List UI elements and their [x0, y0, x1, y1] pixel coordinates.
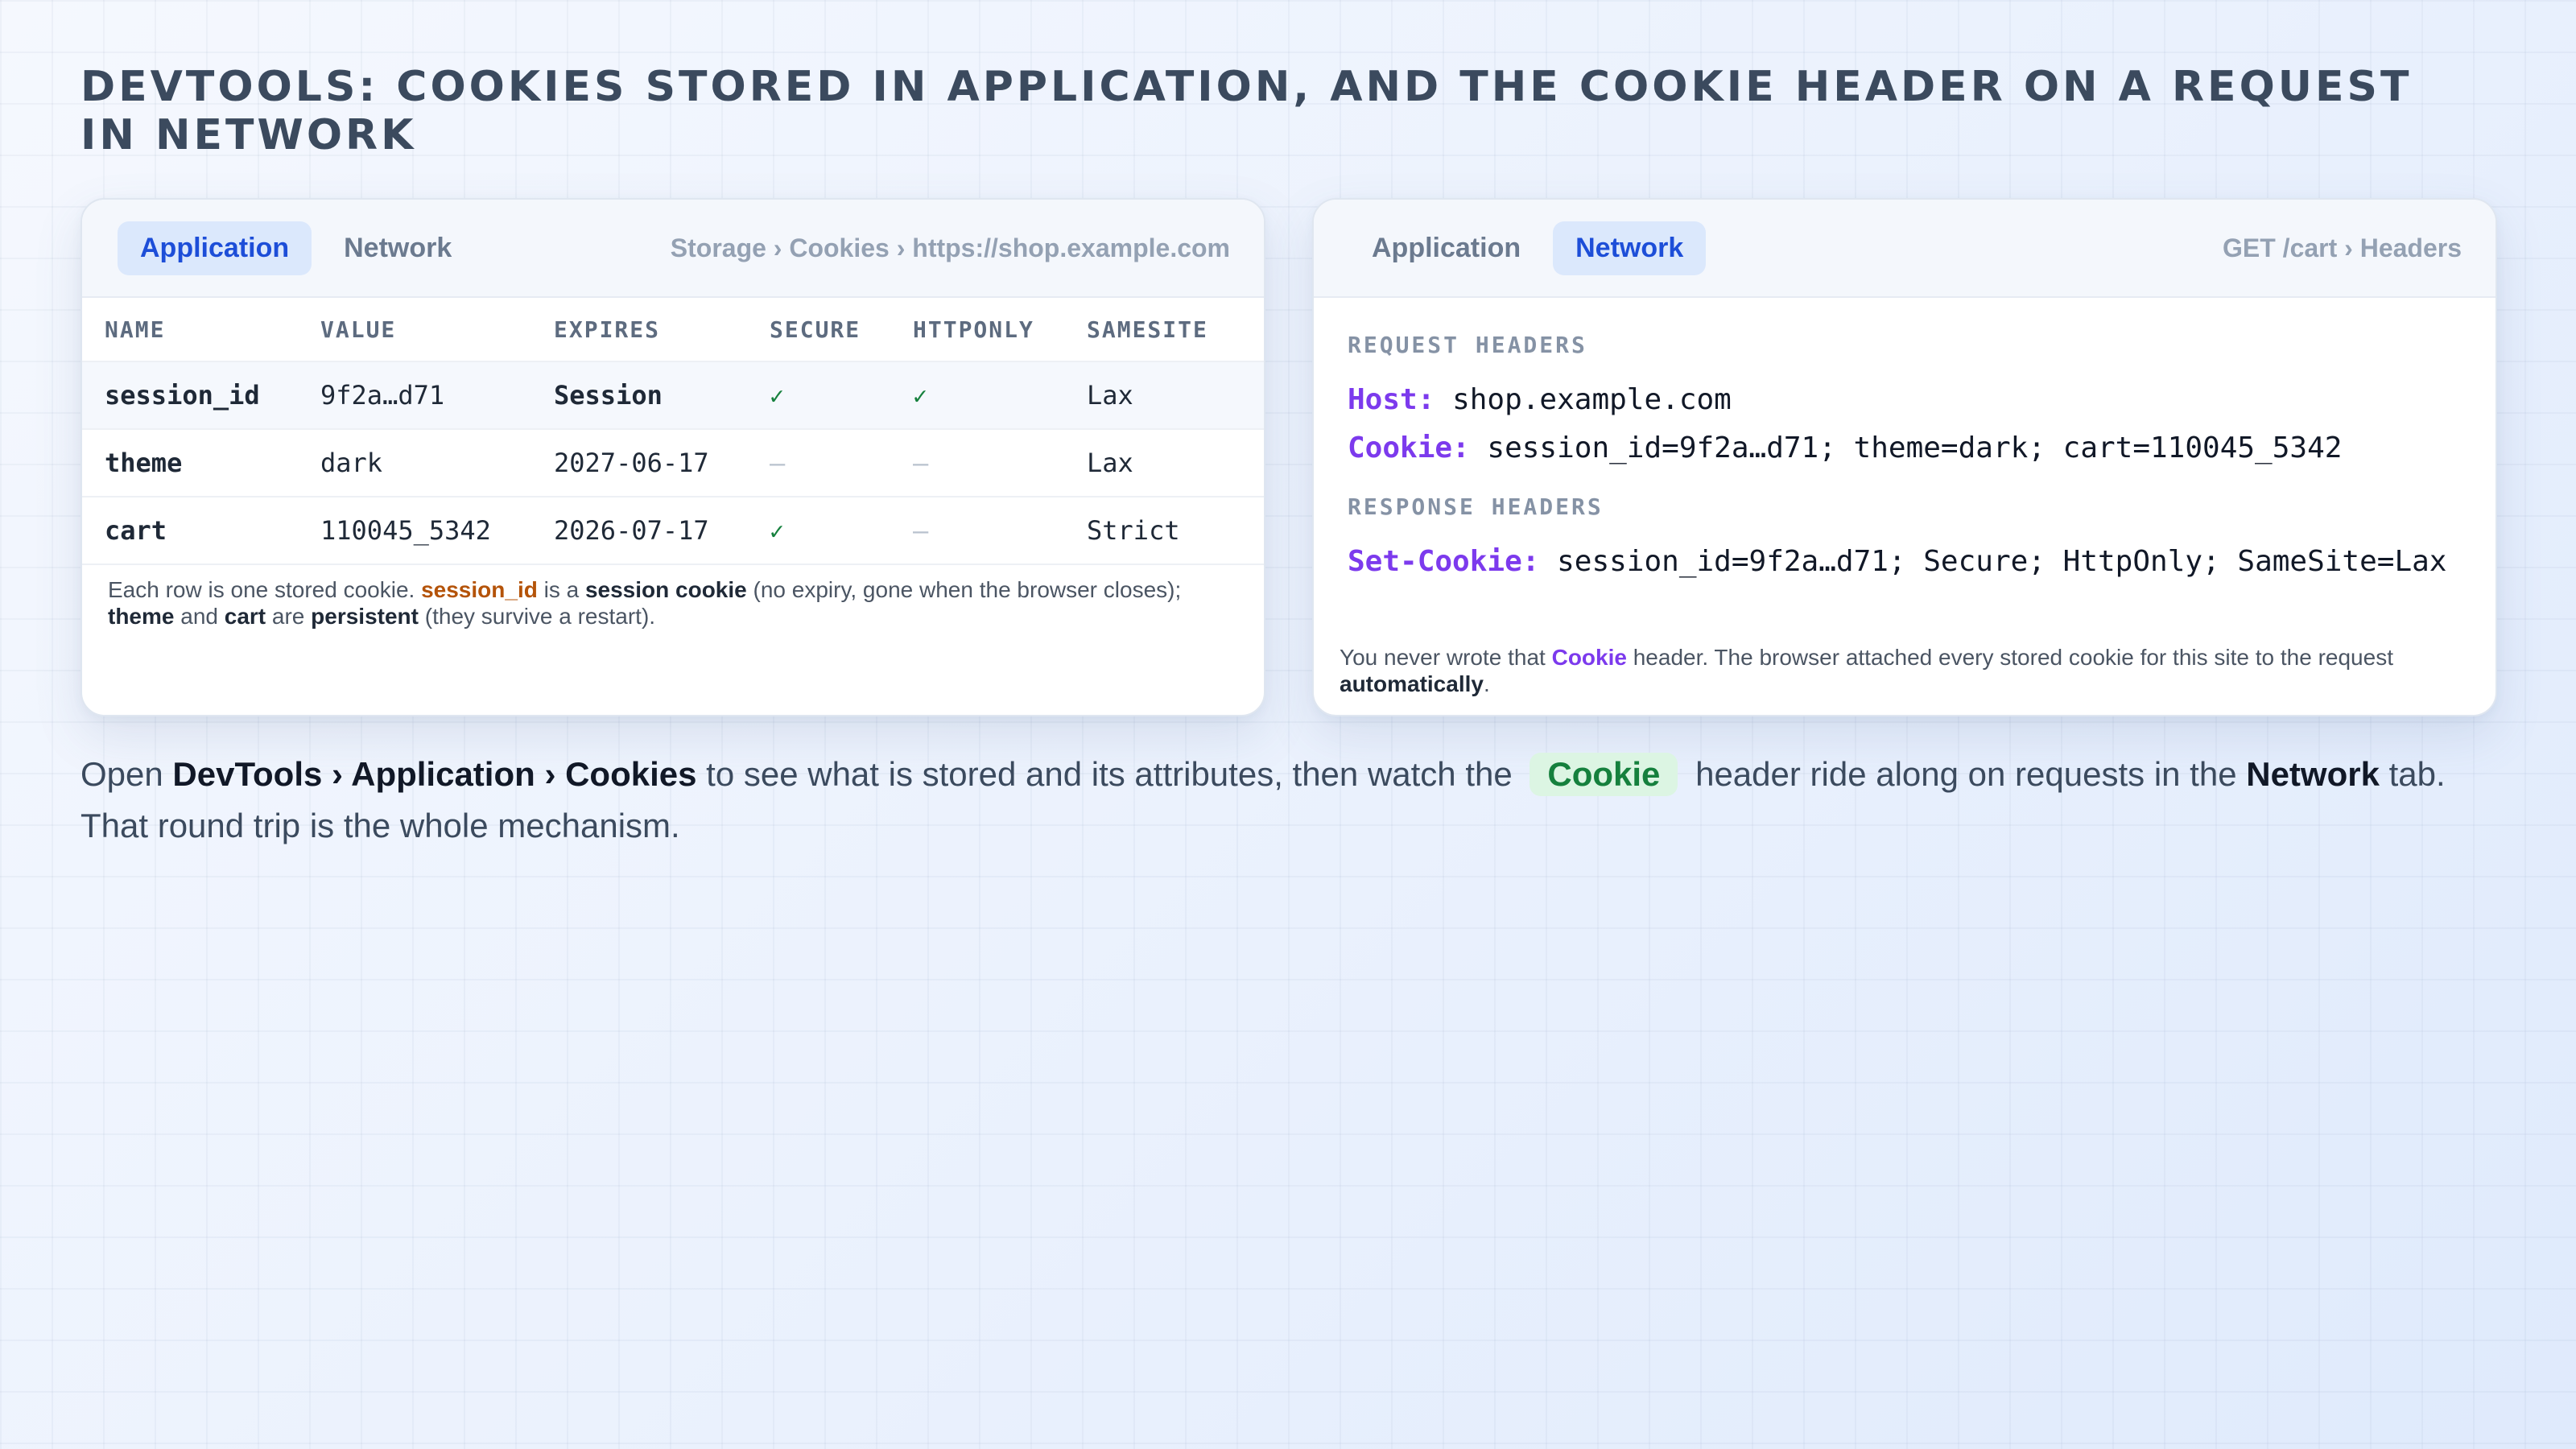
header-key: Host: [1348, 383, 1435, 416]
cookie-httponly: ✓ [890, 361, 1064, 430]
cookie-secure: ✓ [747, 361, 890, 430]
column-header-expires[interactable]: EXPIRES [531, 298, 747, 362]
table-row[interactable]: theme dark 2027-06-17 — — Lax [82, 429, 1264, 497]
breadcrumb: Storage › Cookies › https://shop.example… [670, 233, 1230, 262]
cookie-secure: ✓ [747, 497, 890, 565]
cookie-name: cart [82, 497, 298, 565]
header-key: Cookie: [1348, 431, 1470, 464]
request-headers-label: REQUEST HEADERS [1348, 332, 1587, 358]
tab-network[interactable]: Network [321, 221, 474, 275]
column-header-value[interactable]: VALUE [298, 298, 531, 362]
header-line-set-cookie: Set-Cookie: session_id=9f2a…d71; Secure;… [1348, 538, 2462, 586]
cookie-httponly: — [890, 497, 1064, 565]
check-icon: ✓ [770, 518, 785, 546]
dash-icon: — [913, 448, 929, 478]
breadcrumb: GET /cart › Headers [2223, 233, 2462, 262]
header-value: session_id=9f2a…d71; Secure; HttpOnly; S… [1557, 545, 2447, 578]
tab-application[interactable]: Application [1349, 221, 1543, 275]
cookie-expires: 2027-06-17 [531, 429, 747, 497]
column-header-httponly[interactable]: HTTPONLY [890, 298, 1064, 362]
headers-view: REQUEST HEADERS Host: shop.example.com C… [1314, 298, 2496, 586]
header-line-host: Host: shop.example.com [1348, 376, 2462, 424]
devtools-tabbar: Application Network Storage › Cookies › … [82, 200, 1264, 298]
cookie-secure: — [747, 429, 890, 497]
caption-text: Open DevTools › Application › Cookies to… [80, 749, 2496, 852]
cookie-expires: Session [531, 361, 747, 430]
column-header-secure[interactable]: SECURE [747, 298, 890, 362]
check-icon: ✓ [770, 382, 785, 411]
cookie-name: session_id [82, 361, 298, 430]
cookie-name: theme [82, 429, 298, 497]
table-row[interactable]: cart 110045_5342 2026-07-17 ✓ — Strict [82, 497, 1264, 565]
table-header-row: NAME VALUE EXPIRES SECURE HTTPONLY SAMES… [82, 298, 1264, 362]
header-value: shop.example.com [1452, 383, 1732, 416]
cookie-expires: 2026-07-17 [531, 497, 747, 565]
dash-icon: — [913, 515, 929, 546]
cookie-header-pill: Cookie [1530, 753, 1678, 796]
column-header-name[interactable]: NAME [82, 298, 298, 362]
cookies-explanation-note: Each row is one stored cookie. session_i… [108, 577, 1182, 629]
cookie-value: dark [298, 429, 531, 497]
page-title: DevTools: cookies stored in Application,… [80, 63, 2413, 159]
dash-icon: — [770, 448, 786, 478]
cookie-samesite: Lax [1064, 361, 1264, 430]
check-icon: ✓ [913, 382, 928, 411]
header-line-cookie: Cookie: session_id=9f2a…d71; theme=dark;… [1348, 424, 2462, 473]
headers-explanation-note: You never wrote that Cookie header. The … [1340, 645, 2393, 696]
table-row[interactable]: session_id 9f2a…d71 Session ✓ ✓ Lax [82, 361, 1264, 430]
column-header-samesite[interactable]: SAMESITE [1064, 298, 1264, 362]
cookies-table: NAME VALUE EXPIRES SECURE HTTPONLY SAMES… [82, 298, 1264, 565]
cookie-samesite: Strict [1064, 497, 1264, 565]
cookie-value: 9f2a…d71 [298, 361, 531, 430]
header-value: session_id=9f2a…d71; theme=dark; cart=11… [1487, 431, 2343, 464]
tab-network[interactable]: Network [1553, 221, 1707, 275]
application-cookies-panel: Application Network Storage › Cookies › … [80, 198, 1265, 716]
cookie-samesite: Lax [1064, 429, 1264, 497]
cookie-httponly: — [890, 429, 1064, 497]
devtools-tabbar: Application Network GET /cart › Headers [1314, 200, 2496, 298]
header-key: Set-Cookie: [1348, 545, 1540, 578]
tab-application[interactable]: Application [118, 221, 312, 275]
response-headers-label: RESPONSE HEADERS [1348, 493, 1604, 520]
cookie-value: 110045_5342 [298, 497, 531, 565]
network-headers-panel: Application Network GET /cart › Headers … [1312, 198, 2497, 716]
